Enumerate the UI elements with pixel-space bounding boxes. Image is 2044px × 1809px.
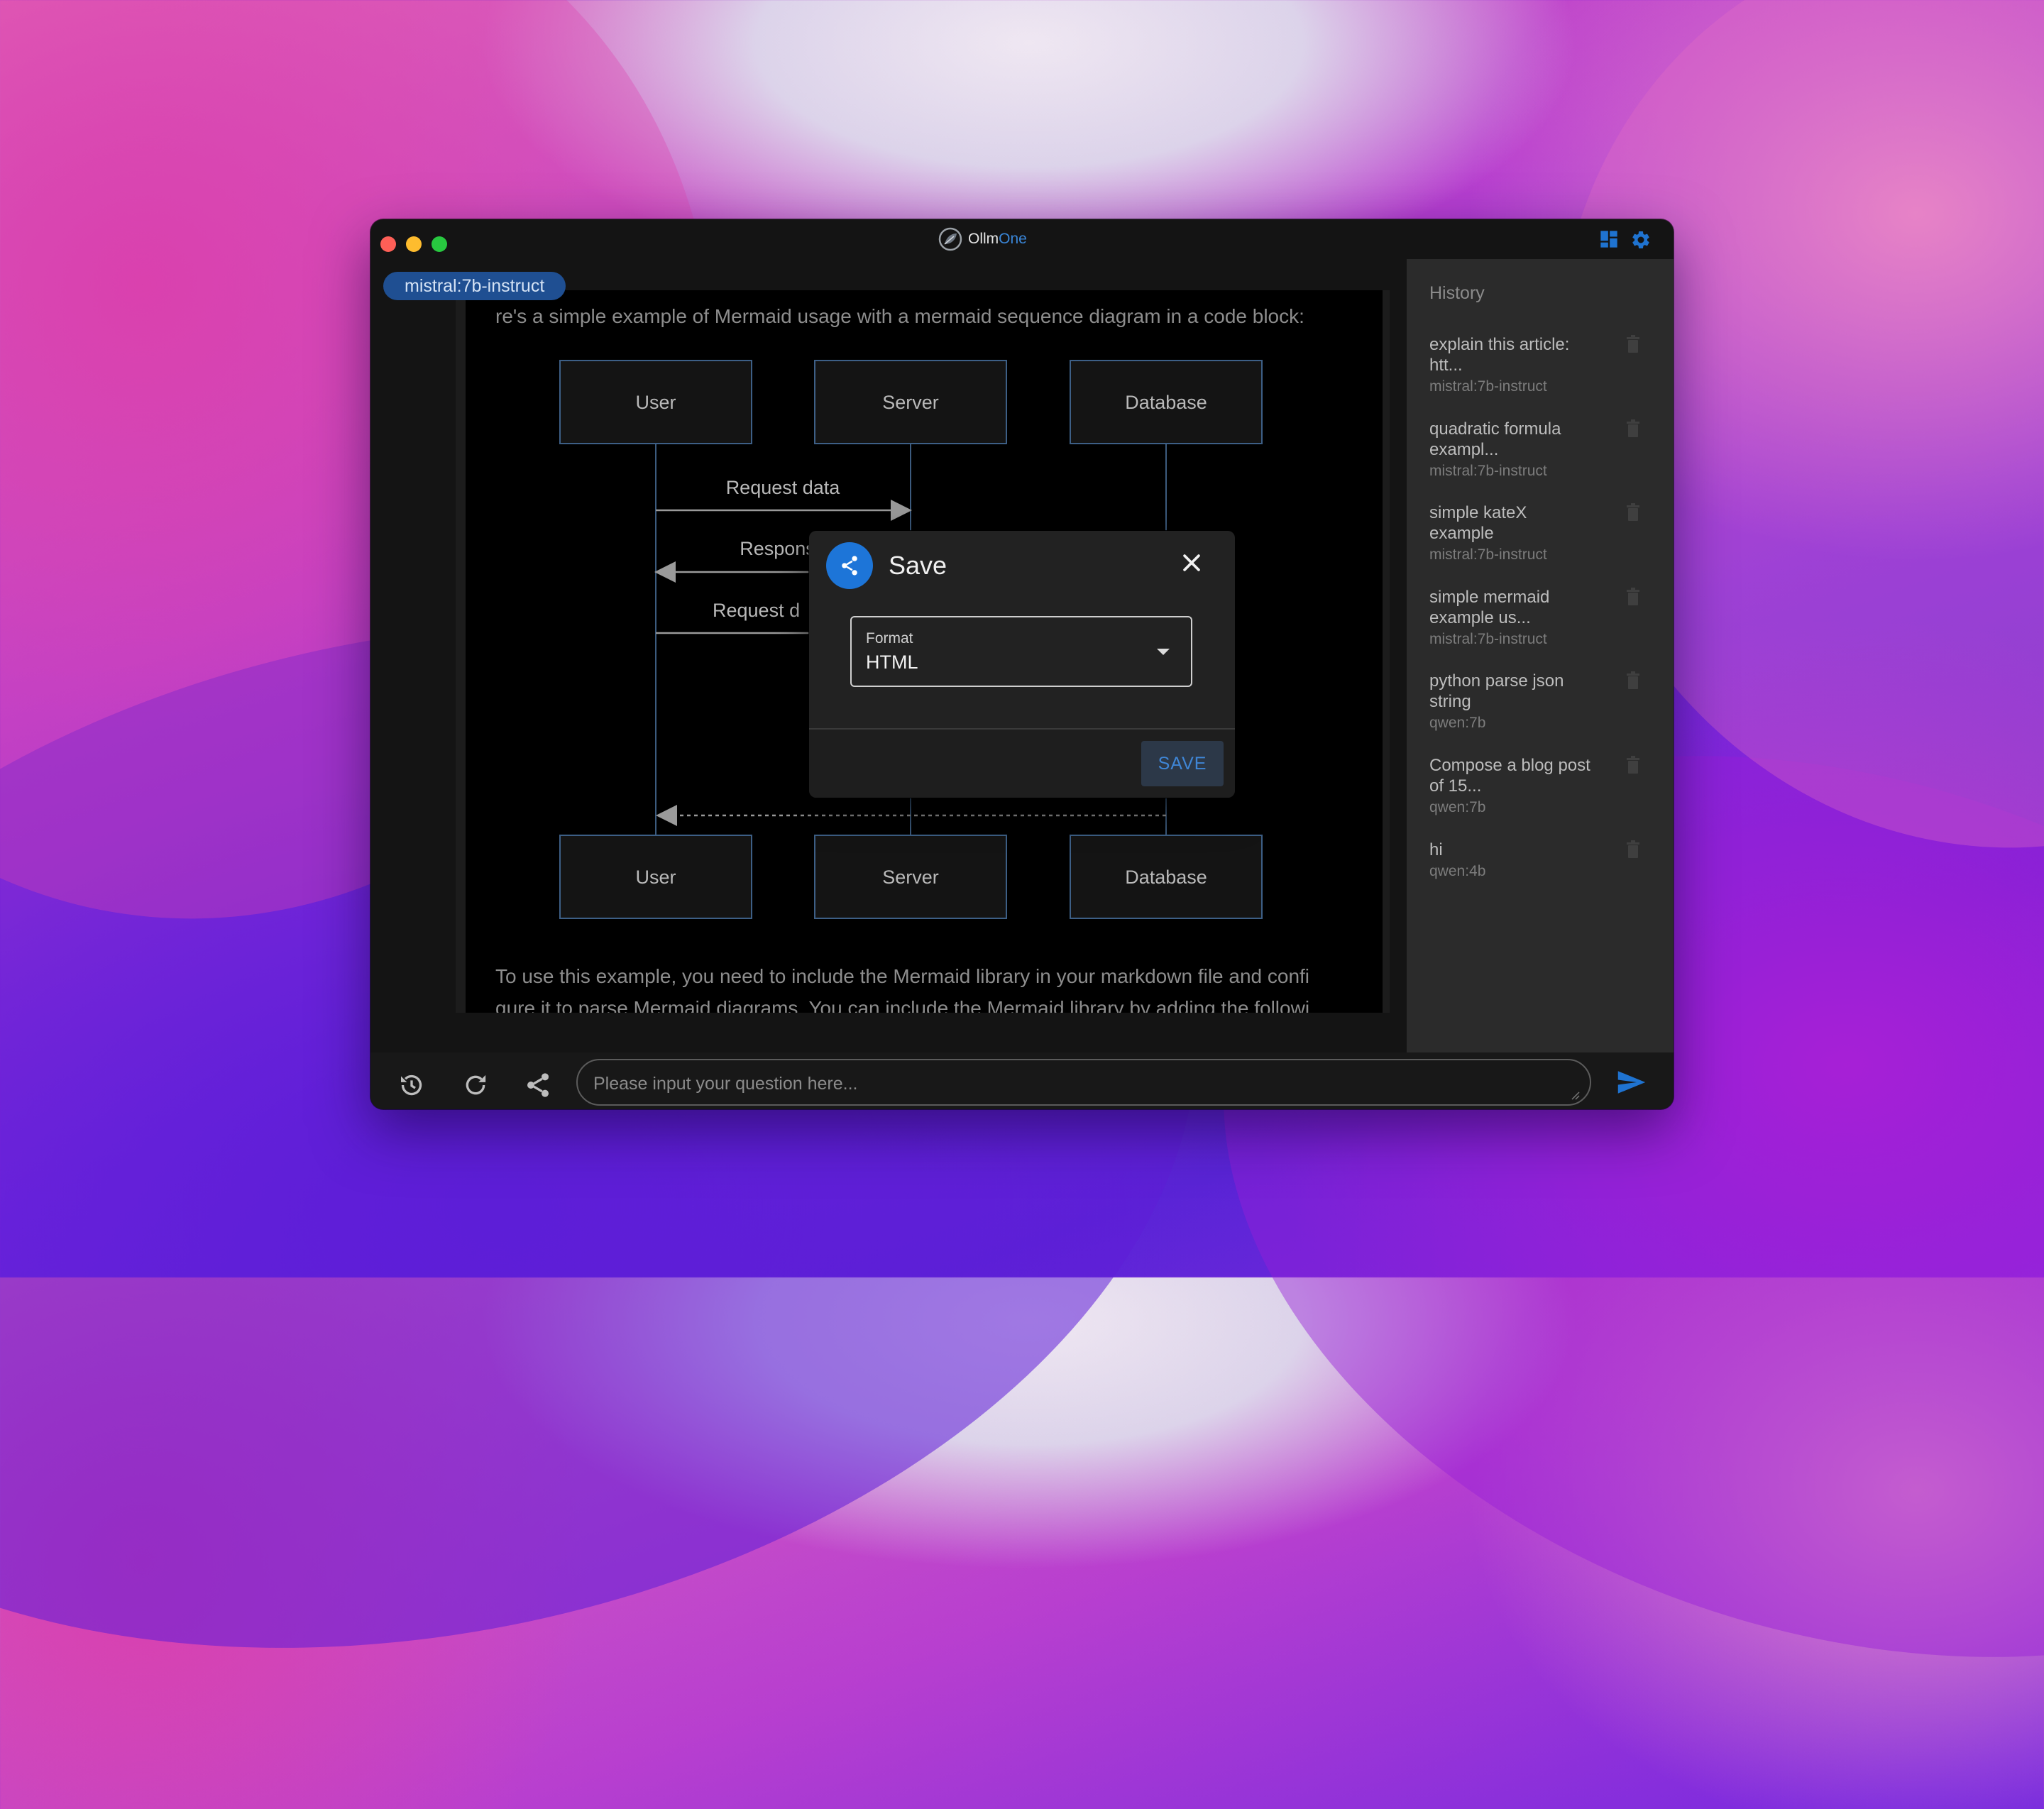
save-button[interactable]: SAVE [1141,741,1224,786]
format-label: Format [866,630,913,647]
save-dialog: Save Format HTML SAVE [809,531,1235,798]
chevron-down-icon[interactable] [1157,649,1170,655]
format-select[interactable]: Format HTML [850,616,1192,687]
model-chip[interactable]: mistral:7b-instruct [383,272,566,300]
format-value: HTML [866,651,918,673]
app-window: OllmOne mistral:7b-instruct re's a simpl… [370,219,1674,1109]
share-icon [842,556,857,576]
dialog-divider [809,728,1235,730]
dialog-overlay: Save Format HTML SAVE [370,219,1674,1109]
dialog-share-badge [826,542,873,589]
dialog-title: Save [889,551,947,580]
close-icon[interactable] [1180,551,1204,575]
